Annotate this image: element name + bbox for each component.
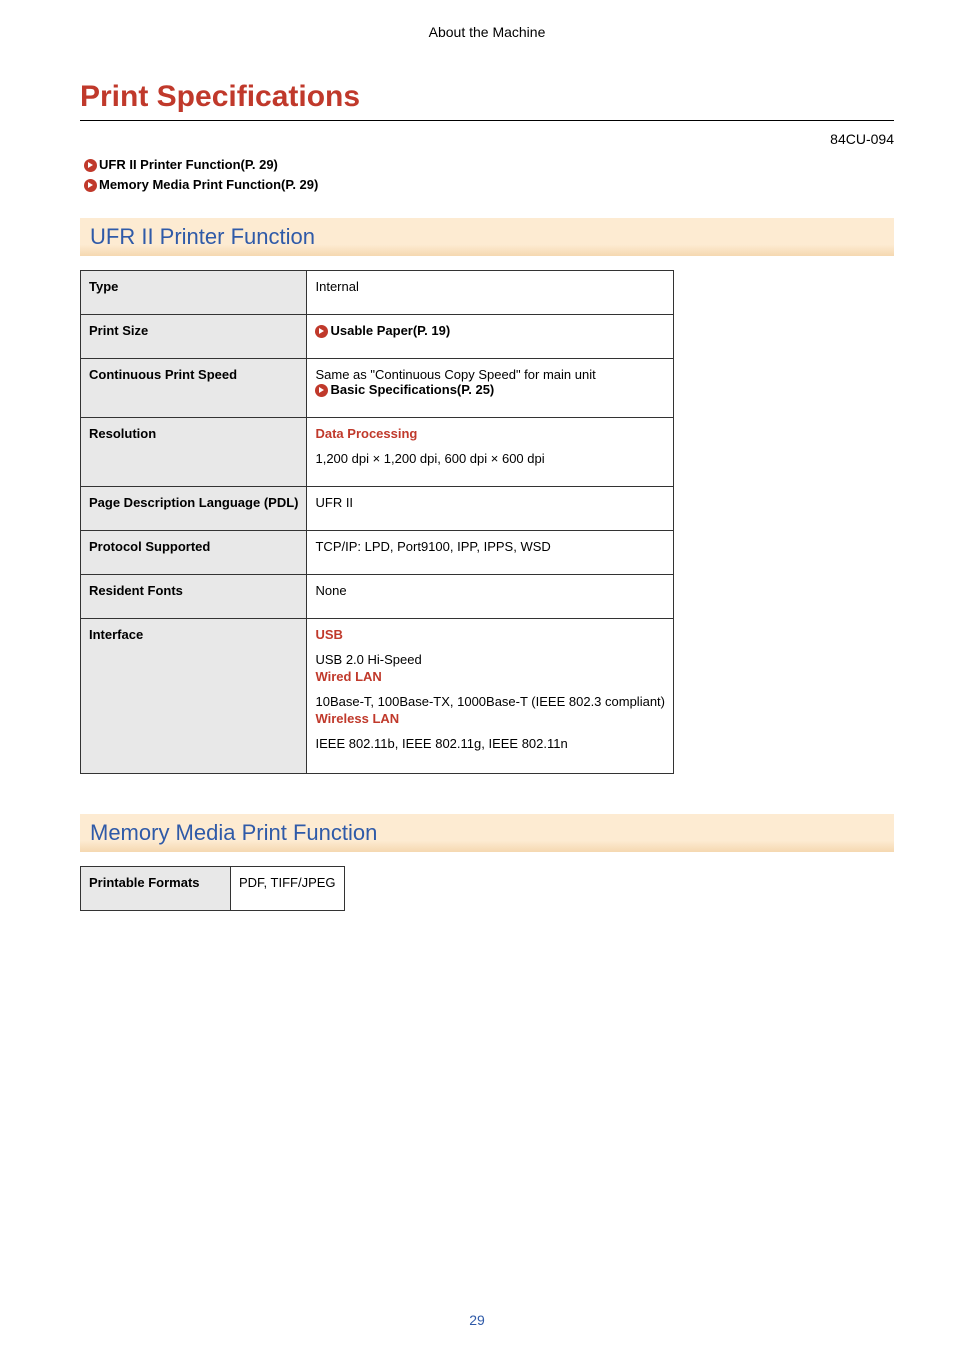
play-bullet-icon [315,384,328,397]
cell-value: TCP/IP: LPD, Port9100, IPP, IPPS, WSD [307,531,674,575]
link-text: Usable Paper(P. 19) [330,323,450,338]
play-bullet-icon [84,179,97,192]
play-bullet-icon [315,325,328,338]
table-row: Resident Fonts None [81,575,674,619]
cell-label: Interface [81,619,307,774]
internal-links-list: UFR II Printer Function(P. 29) Memory Me… [84,155,894,194]
cell-label: Printable Formats [81,867,231,911]
table-row: Type Internal [81,271,674,315]
ufr-spec-table: Type Internal Print Size Usable Paper(P.… [80,270,674,774]
cell-value: Internal [307,271,674,315]
link-text: Basic Specifications(P. 25) [330,382,494,397]
cell-label: Print Size [81,315,307,359]
subheading: USB [315,627,665,642]
cell-label: Continuous Print Speed [81,359,307,418]
table-row: Print Size Usable Paper(P. 19) [81,315,674,359]
page-header: About the Machine [80,24,894,40]
cell-label: Page Description Language (PDL) [81,487,307,531]
section-heading-memory-media: Memory Media Print Function [80,814,894,852]
cross-ref-link[interactable]: Usable Paper(P. 19) [315,323,450,338]
cell-value: Usable Paper(P. 19) [307,315,674,359]
cross-ref-link[interactable]: Basic Specifications(P. 25) [315,382,494,397]
subheading: Data Processing [315,426,665,441]
cell-value: USB USB 2.0 Hi-Speed Wired LAN 10Base-T,… [307,619,674,774]
cell-text: IEEE 802.11b, IEEE 802.11g, IEEE 802.11n [315,736,665,751]
table-row: Protocol Supported TCP/IP: LPD, Port9100… [81,531,674,575]
table-row: Page Description Language (PDL) UFR II [81,487,674,531]
play-bullet-icon [84,159,97,172]
section-heading-ufr: UFR II Printer Function [80,218,894,256]
page-number: 29 [0,1312,954,1328]
table-row: Printable Formats PDF, TIFF/JPEG [81,867,345,911]
cell-text: 10Base-T, 100Base-TX, 1000Base-T (IEEE 8… [315,694,665,709]
link-memory-media[interactable]: Memory Media Print Function(P. 29) [84,175,894,195]
cell-label: Type [81,271,307,315]
cell-text: Same as "Continuous Copy Speed" for main… [315,367,665,382]
cell-text: 1,200 dpi × 1,200 dpi, 600 dpi × 600 dpi [315,451,665,466]
cell-label: Resolution [81,418,307,487]
cell-label: Protocol Supported [81,531,307,575]
page-title: Print Specifications [80,80,894,121]
cell-value: Same as "Continuous Copy Speed" for main… [307,359,674,418]
subheading: Wireless LAN [315,711,665,726]
table-row: Resolution Data Processing 1,200 dpi × 1… [81,418,674,487]
memory-media-table: Printable Formats PDF, TIFF/JPEG [80,866,345,911]
cell-value: Data Processing 1,200 dpi × 1,200 dpi, 6… [307,418,674,487]
link-text: UFR II Printer Function(P. 29) [99,157,278,172]
cell-value: None [307,575,674,619]
subheading: Wired LAN [315,669,665,684]
link-ufr-ii[interactable]: UFR II Printer Function(P. 29) [84,155,894,175]
table-row: Interface USB USB 2.0 Hi-Speed Wired LAN… [81,619,674,774]
cell-value: UFR II [307,487,674,531]
document-code: 84CU-094 [80,131,894,147]
cell-text: USB 2.0 Hi-Speed [315,652,665,667]
table-row: Continuous Print Speed Same as "Continuo… [81,359,674,418]
link-text: Memory Media Print Function(P. 29) [99,177,318,192]
cell-value: PDF, TIFF/JPEG [231,867,345,911]
cell-label: Resident Fonts [81,575,307,619]
